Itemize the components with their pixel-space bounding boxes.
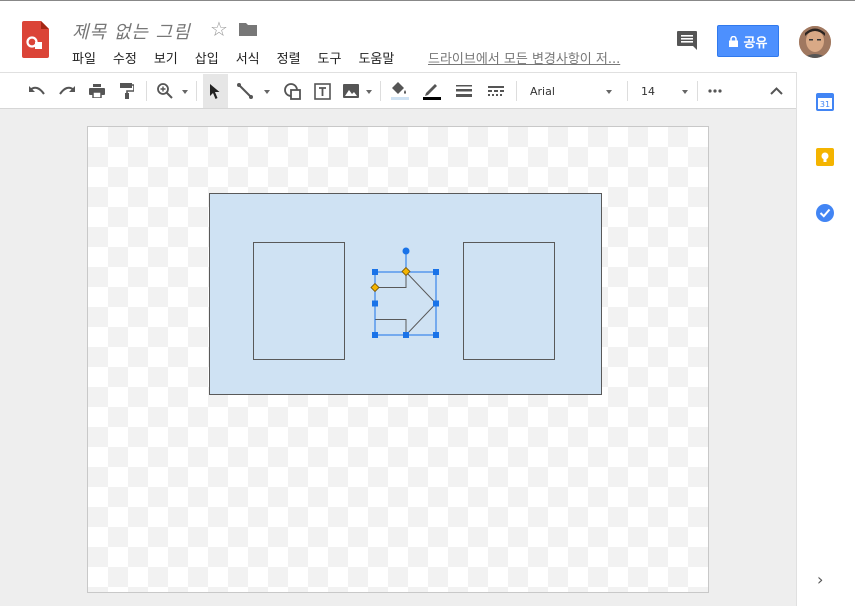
calendar-day: 31: [820, 100, 830, 109]
tasks-icon[interactable]: [816, 204, 834, 222]
fill-color-icon: [391, 82, 409, 100]
more-icon: [708, 89, 722, 93]
menu-view[interactable]: 보기: [154, 48, 178, 67]
textbox-icon: [313, 82, 331, 100]
toolbar: Arial 14: [0, 72, 796, 109]
folder-icon[interactable]: [239, 22, 257, 36]
select-tool-button[interactable]: [203, 74, 228, 108]
font-dropdown-caret[interactable]: [606, 90, 612, 94]
image-dropdown-caret[interactable]: [366, 90, 372, 94]
menu-arrange[interactable]: 정렬: [277, 48, 301, 67]
star-icon[interactable]: ☆: [210, 17, 228, 41]
paint-format-button[interactable]: [116, 73, 138, 109]
font-size-select[interactable]: 14: [641, 73, 681, 109]
side-panel: 31 ›: [796, 72, 855, 606]
app-header: 제목 없는 그림 ☆ 파일 수정 보기 삽입 서식 정렬 도구 도움말 드라이브…: [0, 8, 855, 72]
resize-handle-e[interactable]: [433, 300, 439, 307]
resize-handle-nw[interactable]: [372, 269, 378, 275]
menu-insert[interactable]: 삽입: [195, 48, 219, 67]
font-name: Arial: [530, 84, 555, 98]
save-status-link[interactable]: 드라이브에서 모든 변경사항이 저...: [428, 48, 620, 67]
zoom-button[interactable]: [154, 73, 176, 109]
expand-panel-icon[interactable]: ›: [817, 570, 823, 589]
menu-format[interactable]: 서식: [236, 48, 260, 67]
toolbar-separator: [516, 81, 517, 101]
canvas-area[interactable]: [0, 109, 796, 606]
shape-icon: [283, 82, 301, 100]
drawing-canvas[interactable]: [88, 127, 710, 594]
zoom-icon: [157, 83, 173, 99]
more-button[interactable]: [704, 73, 726, 109]
toolbar-separator: [380, 81, 381, 101]
menu-file[interactable]: 파일: [72, 48, 96, 67]
line-tool-button[interactable]: [234, 73, 256, 109]
rotation-handle[interactable]: [402, 247, 410, 255]
fill-color-button[interactable]: [389, 73, 411, 109]
menu-edit[interactable]: 수정: [113, 48, 137, 67]
toolbar-separator: [627, 81, 628, 101]
line-color-button[interactable]: [421, 73, 443, 109]
share-button[interactable]: 공유: [717, 25, 779, 57]
toolbar-separator: [146, 81, 147, 101]
comment-icon[interactable]: [677, 31, 697, 50]
font-select[interactable]: Arial: [530, 73, 610, 109]
line-dash-icon: [488, 86, 504, 96]
keep-icon[interactable]: [816, 148, 834, 166]
undo-icon: [29, 86, 45, 95]
avatar[interactable]: [799, 26, 831, 58]
toolbar-separator: [697, 81, 698, 101]
line-dash-button[interactable]: [485, 73, 507, 109]
menu-bar: 파일 수정 보기 삽입 서식 정렬 도구 도움말: [72, 48, 411, 67]
collapse-toolbar-button[interactable]: [765, 73, 787, 109]
line-icon: [237, 83, 253, 99]
toolbar-separator: [196, 81, 197, 101]
zoom-dropdown-caret[interactable]: [182, 90, 188, 94]
select-icon: [210, 83, 220, 99]
redo-icon: [59, 86, 75, 95]
resize-handle-ne[interactable]: [433, 269, 439, 275]
font-size-dropdown-caret[interactable]: [682, 90, 688, 94]
redo-button[interactable]: [56, 73, 78, 109]
image-icon: [343, 84, 359, 98]
paint-format-icon: [120, 83, 134, 99]
left-box[interactable]: [253, 242, 345, 360]
textbox-tool-button[interactable]: [311, 73, 333, 109]
drawings-app-icon[interactable]: [22, 21, 49, 58]
print-icon: [89, 84, 105, 98]
undo-button[interactable]: [26, 73, 48, 109]
line-dropdown-caret[interactable]: [264, 90, 270, 94]
drawing-page[interactable]: [87, 126, 709, 593]
resize-handle-sw[interactable]: [372, 332, 378, 338]
menu-help[interactable]: 도움말: [358, 48, 394, 67]
print-button[interactable]: [86, 73, 108, 109]
line-weight-button[interactable]: [453, 73, 475, 109]
image-tool-button[interactable]: [340, 73, 362, 109]
resize-handle-se[interactable]: [433, 332, 439, 338]
menu-tools[interactable]: 도구: [318, 48, 342, 67]
right-box[interactable]: [463, 242, 555, 360]
font-size: 14: [641, 84, 655, 98]
resize-handle-w[interactable]: [372, 300, 378, 307]
line-color-icon: [423, 84, 441, 100]
share-label: 공유: [743, 35, 768, 51]
window-top-border: [0, 0, 855, 8]
lock-icon: [728, 35, 738, 47]
document-title[interactable]: 제목 없는 그림: [72, 18, 191, 44]
shape-tool-button[interactable]: [281, 73, 303, 109]
calendar-icon[interactable]: 31: [816, 93, 834, 111]
line-weight-icon: [456, 85, 472, 97]
resize-handle-s[interactable]: [403, 332, 409, 338]
collapse-icon: [769, 87, 783, 95]
